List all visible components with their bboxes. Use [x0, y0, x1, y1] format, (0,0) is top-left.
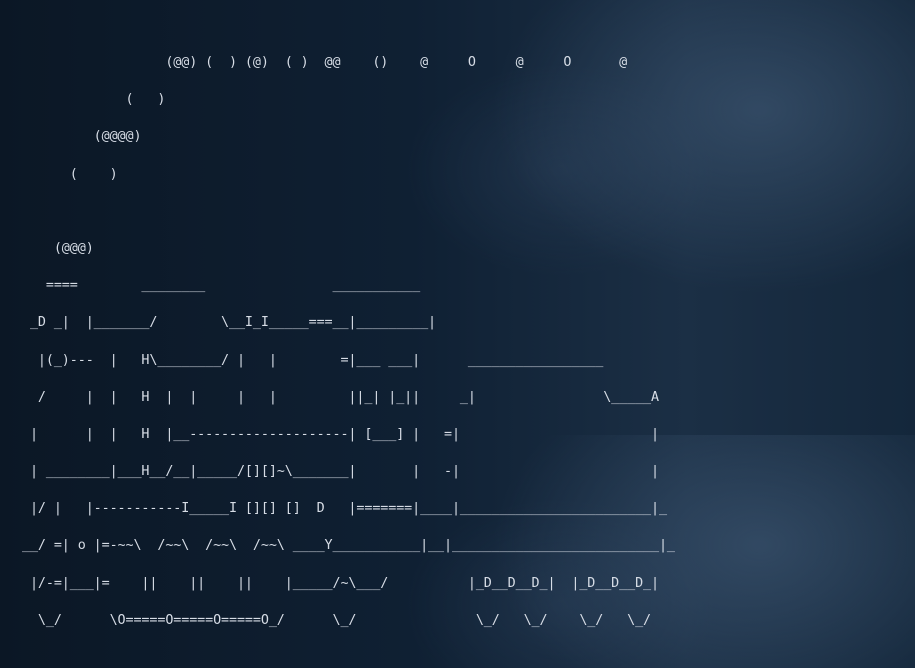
train-line-2: _D _| |_______/ \__I_I_____===__|_______…	[22, 315, 437, 331]
smoke-line-1: (@@) ( ) (@) ( ) @@ () @ O @ O @	[22, 55, 628, 70]
train-line-1: ==== ________ ___________	[22, 278, 421, 294]
smoke-line-3: (@@@@)	[22, 129, 142, 145]
smoke-line-4: ( )	[22, 166, 118, 182]
smoke-line-5: (@@@)	[22, 240, 94, 256]
train-line-5: | | | H |__--------------------| [___] |…	[22, 426, 659, 442]
train-line-7: |/ | |-----------I_____I [][] [] D |====…	[22, 501, 667, 517]
train-line-9: |/-=|___|= || || || |_____/~\___/ |_D__D…	[22, 575, 659, 591]
terminal-output: (@@) ( ) (@) ( ) @@ () @ O @ O @ ( ) (@@…	[22, 54, 675, 668]
train-line-3: |(_)--- | H\________/ | | =|___ ___| ___…	[22, 352, 604, 368]
train-line-8: __/ =| o |=-~~\ /~~\ /~~\ /~~\ ____Y____…	[22, 538, 675, 554]
train-line-6: | ________|___H__/__|_____/[][]~\_______…	[22, 464, 659, 480]
smoke-line-2: ( )	[22, 92, 166, 108]
terminal-window[interactable]: (@@) ( ) (@) ( ) @@ () @ O @ O @ ( ) (@@…	[0, 0, 915, 628]
train-line-4: / | | H | | | | ||_| |_|| _| \_____A	[22, 389, 659, 405]
train-wheels-line: \_/ \O=====O=====O=====O_/ \_/ \_/ \_/ \…	[22, 612, 651, 628]
